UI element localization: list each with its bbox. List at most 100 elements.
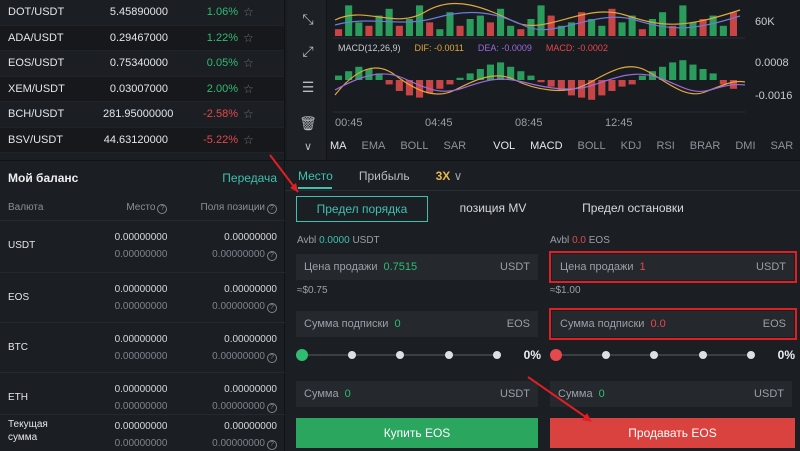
buy-total-value[interactable]: 0 [345, 388, 500, 400]
star-icon[interactable]: ☆ [243, 56, 254, 70]
col-currency: Валюта [8, 202, 44, 213]
macd-legend-title: MACD(12,26,9) [338, 43, 401, 53]
axis-mid-label: 0.0008 [755, 57, 789, 69]
buy-total-field[interactable]: Сумма 0 USDT [296, 381, 538, 407]
transfer-link[interactable]: Передача [222, 171, 277, 185]
volume-bar [355, 22, 363, 36]
indicator-macd[interactable]: MACD [530, 140, 562, 152]
buy-price-unit: USDT [500, 261, 530, 273]
ticker-pair: BSV/USDT [8, 133, 64, 146]
slider-step[interactable] [699, 351, 707, 359]
slider-step[interactable] [747, 351, 755, 359]
help-icon[interactable]: ? [267, 302, 277, 313]
buy-price-label: Цена продажи [304, 261, 378, 273]
buy-price-field[interactable]: Цена продажи 0.7515 USDT [296, 254, 538, 280]
ticker-row[interactable]: EOS/USDT 0.75340000 0.05% ☆ [0, 51, 284, 77]
tab-profit[interactable]: Прибыль [359, 169, 410, 183]
balance-spot-main: 0.00000000 [114, 333, 168, 345]
order-type-stop[interactable]: Предел остановки [558, 196, 708, 222]
sell-percent-slider[interactable]: 0% [550, 348, 795, 362]
sell-amount-field[interactable]: Сумма подписки 0.0 EOS [549, 308, 797, 340]
indicator-dmi[interactable]: DMI [735, 140, 755, 152]
indicator-boll[interactable]: BOLL [400, 140, 428, 152]
indicator-brar[interactable]: BRAR [690, 140, 721, 152]
indicator-ma[interactable]: MA [330, 140, 347, 152]
ticker-row[interactable]: BSV/USDT 44.63120000 -5.22% ☆ [0, 127, 284, 153]
macd-bar [365, 69, 373, 80]
macd-bar [537, 80, 545, 83]
order-type-limit[interactable]: Предел порядка [296, 196, 428, 222]
balance-position: 0.00000000 0.00000000? [167, 418, 277, 451]
star-icon[interactable]: ☆ [243, 5, 254, 19]
macd-histogram [335, 60, 737, 100]
sell-price-field[interactable]: Цена продажи 1 USDT [549, 251, 797, 283]
slider-step[interactable] [650, 351, 658, 359]
buy-percent-slider[interactable]: 0% [296, 348, 541, 362]
help-icon[interactable]: ? [267, 440, 277, 450]
buy-amount-value[interactable]: 0 [394, 318, 506, 330]
slider-step[interactable] [396, 351, 404, 359]
ticker-row[interactable]: XEM/USDT 0.03007000 2.00% ☆ [0, 76, 284, 102]
help-icon[interactable]: ? [267, 402, 277, 413]
slider-handle[interactable] [296, 349, 308, 361]
macd-legend-macd: MACD: -0.0002 [545, 43, 608, 53]
indicator-ema[interactable]: EMA [362, 140, 386, 152]
volume-bar [547, 15, 555, 36]
help-icon[interactable]: ? [267, 352, 277, 363]
sell-price-value[interactable]: 1 [640, 261, 757, 273]
buy-avbl-value: 0.0000 [319, 235, 350, 246]
help-icon[interactable]: ? [157, 204, 168, 214]
buy-amount-field[interactable]: Сумма подписки 0 EOS [296, 311, 538, 337]
balance-row-total: Текущая сумма 0.00000000 0.00000000 0.000… [0, 414, 285, 451]
star-icon[interactable]: ☆ [243, 82, 254, 96]
ticker-change: -2.58% [203, 108, 238, 121]
slider-step[interactable] [602, 351, 610, 359]
star-icon[interactable]: ☆ [243, 107, 254, 121]
time-label: 04:45 [425, 117, 453, 129]
indicator-sar[interactable]: SAR [443, 140, 466, 152]
order-type-market[interactable]: позиция MV [428, 196, 558, 222]
sell-total-field[interactable]: Сумма 0 USDT [550, 381, 792, 407]
buy-price-value[interactable]: 0.7515 [384, 261, 501, 273]
ticker-row[interactable]: DOT/USDT 5.45890000 1.06% ☆ [0, 0, 284, 26]
chevron-down-icon[interactable]: ∨ [297, 136, 319, 158]
trash-icon[interactable]: 🗑 [297, 112, 319, 134]
slider-step[interactable] [445, 351, 453, 359]
indicator-boll-sub[interactable]: BOLL [578, 140, 606, 152]
buy-button[interactable]: Купить EOS [296, 418, 538, 448]
draw-channel-icon[interactable]: ⤢ [297, 40, 319, 62]
sell-amount-value[interactable]: 0.0 [650, 318, 762, 330]
tab-spot[interactable]: Место [298, 169, 333, 183]
indicator-kdj[interactable]: KDJ [621, 140, 642, 152]
star-icon[interactable]: ☆ [243, 31, 254, 45]
volume-bar [365, 25, 373, 36]
star-icon[interactable]: ☆ [243, 133, 254, 147]
indicator-sar-sub[interactable]: SAR [771, 140, 794, 152]
macd-bar [426, 80, 434, 94]
draw-line-icon[interactable]: ⤡ [297, 8, 319, 30]
slider-handle[interactable] [550, 349, 562, 361]
indicator-vol[interactable]: VOL [493, 140, 515, 152]
volume-bar [507, 25, 515, 36]
sell-button[interactable]: Продавать EOS [550, 418, 795, 448]
volume-bar [446, 12, 454, 36]
indicator-rsi[interactable]: RSI [656, 140, 674, 152]
help-icon[interactable]: ? [267, 204, 277, 214]
volume-bar [476, 15, 484, 36]
ticker-row[interactable]: BCH/USDT 281.95000000 -2.58% ☆ [0, 102, 284, 128]
help-icon[interactable]: ? [267, 250, 277, 261]
axis-low-label: -0.0016 [755, 90, 793, 102]
balance-position-main: 0.00000000 [224, 383, 277, 395]
ticker-row[interactable]: ADA/USDT 0.29467000 1.22% ☆ [0, 25, 284, 51]
slider-step[interactable] [348, 351, 356, 359]
balance-position: 0.00000000 0.00000000? [167, 229, 277, 263]
sell-price-label: Цена продажи [560, 261, 634, 273]
macd-bar [679, 60, 687, 80]
macd-legend: MACD(12,26,9) DIF: -0.0011 DEA: -0.0009 … [338, 43, 608, 53]
leverage-select[interactable]: 3X ∨ [436, 169, 463, 183]
macd-bar [486, 64, 494, 80]
slider-step[interactable] [493, 351, 501, 359]
fib-lines-icon[interactable]: ☰ [297, 76, 319, 98]
balance-position-sub: 0.00000000 [212, 438, 265, 449]
sell-total-value[interactable]: 0 [599, 388, 754, 400]
